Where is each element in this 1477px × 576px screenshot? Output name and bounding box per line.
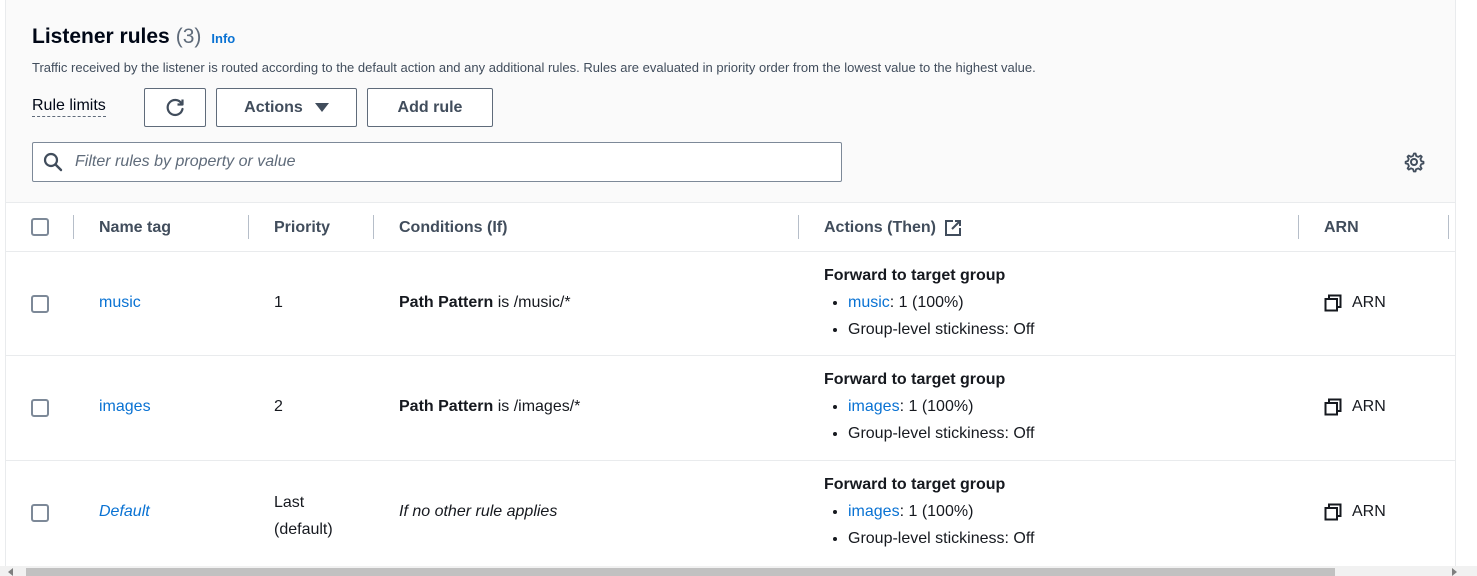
column-header-actions-label: Actions (Then): [824, 218, 936, 236]
rule-name-link[interactable]: music: [99, 294, 141, 312]
table-row: images 2 Path Pattern is /images/* Forwa…: [6, 356, 1455, 461]
column-divider[interactable]: [1298, 215, 1299, 239]
column-header-arn[interactable]: ARN: [1324, 203, 1359, 252]
column-header-actions[interactable]: Actions (Then): [824, 203, 962, 252]
row-checkbox[interactable]: [31, 504, 49, 522]
rule-limits-link[interactable]: Rule limits: [32, 96, 106, 117]
filter-input[interactable]: [73, 144, 841, 180]
description: Traffic received by the listener is rout…: [32, 60, 1036, 75]
select-all-checkbox[interactable]: [31, 218, 49, 236]
horizontal-scrollbar[interactable]: [0, 566, 1477, 576]
action-title: Forward to target group: [824, 371, 1006, 388]
copy-icon: [1324, 503, 1342, 521]
stickiness-item: Group-level stickiness: Off: [848, 525, 1034, 552]
rule-action: Forward to target group images: 1 (100%)…: [824, 371, 1034, 447]
rule-name-link[interactable]: images: [99, 398, 151, 416]
column-divider[interactable]: [248, 215, 249, 239]
copy-icon: [1324, 294, 1342, 312]
action-details: music: 1 (100%) Group-level stickiness: …: [824, 289, 1034, 343]
scrollbar-thumb[interactable]: [26, 568, 1335, 576]
rule-action: Forward to target group music: 1 (100%) …: [824, 267, 1034, 343]
target-group-item: images: 1 (100%): [848, 393, 1034, 420]
action-title: Forward to target group: [824, 476, 1006, 493]
copy-icon: [1324, 398, 1342, 416]
actions-dropdown-button[interactable]: Actions: [216, 88, 357, 127]
add-rule-label: Add rule: [397, 98, 463, 116]
column-divider: [73, 215, 74, 239]
actions-label: Actions: [244, 98, 303, 116]
add-rule-button[interactable]: Add rule: [367, 88, 493, 127]
page-title: Listener rules: [32, 25, 170, 48]
listener-rules-panel: Listener rules (3) Info Traffic received…: [5, 0, 1456, 576]
scroll-right-arrow-icon[interactable]: [1452, 568, 1457, 576]
target-group-link[interactable]: images: [848, 398, 900, 415]
condition-key: Path Pattern: [399, 294, 494, 311]
action-title: Forward to target group: [824, 267, 1006, 284]
target-weight: : 1 (100%): [889, 294, 964, 311]
rule-condition: Path Pattern is /music/*: [399, 294, 571, 312]
action-details: images: 1 (100%) Group-level stickiness:…: [824, 498, 1034, 552]
target-group-link[interactable]: images: [848, 503, 900, 520]
panel-header: Listener rules (3) Info Traffic received…: [6, 0, 1455, 203]
table-row: Default Last (default) If no other rule …: [6, 461, 1455, 566]
rule-action: Forward to target group images: 1 (100%)…: [824, 476, 1034, 552]
arn-label: ARN: [1352, 398, 1386, 415]
stickiness-item: Group-level stickiness: Off: [848, 316, 1034, 343]
refresh-icon: [166, 98, 184, 116]
rule-priority: 2: [274, 398, 283, 415]
arn-copy-button[interactable]: ARN: [1324, 398, 1386, 416]
search-icon: [43, 152, 63, 172]
rule-condition: If no other rule applies: [399, 503, 558, 520]
refresh-button[interactable]: [144, 88, 206, 127]
column-divider[interactable]: [1448, 215, 1449, 239]
condition-value: is /images/*: [493, 398, 581, 415]
rule-count: (3): [175, 25, 202, 48]
row-checkbox[interactable]: [31, 399, 49, 417]
column-divider[interactable]: [373, 215, 374, 239]
column-header-name-tag[interactable]: Name tag: [99, 203, 171, 252]
rule-priority: Last (default): [274, 489, 333, 543]
column-header-priority[interactable]: Priority: [274, 203, 330, 252]
arn-copy-button[interactable]: ARN: [1324, 294, 1386, 312]
caret-down-icon: [314, 103, 329, 112]
column-header-conditions[interactable]: Conditions (If): [399, 203, 507, 252]
external-link-icon[interactable]: [944, 219, 962, 237]
target-weight: : 1 (100%): [899, 398, 974, 415]
arn-copy-button[interactable]: ARN: [1324, 503, 1386, 521]
rule-name-link[interactable]: Default: [99, 503, 150, 521]
rule-priority: 1: [274, 294, 283, 311]
filter-search-box[interactable]: [32, 142, 842, 182]
column-divider[interactable]: [798, 215, 799, 239]
target-group-item: music: 1 (100%): [848, 289, 1034, 316]
arn-label: ARN: [1352, 503, 1386, 520]
priority-line-1: Last: [274, 494, 305, 511]
stickiness-item: Group-level stickiness: Off: [848, 420, 1034, 447]
info-link[interactable]: Info: [211, 31, 235, 46]
priority-line-2: (default): [274, 521, 333, 538]
arn-label: ARN: [1352, 294, 1386, 311]
condition-key: Path Pattern: [399, 398, 494, 415]
target-weight: : 1 (100%): [899, 503, 974, 520]
title-row: Listener rules (3) Info: [32, 25, 235, 49]
settings-gear-icon[interactable]: [1403, 151, 1425, 173]
rule-condition: Path Pattern is /images/*: [399, 398, 580, 416]
table-row: music 1 Path Pattern is /music/* Forward…: [6, 252, 1455, 356]
condition-value: is /music/*: [493, 294, 571, 311]
scroll-left-arrow-icon[interactable]: [8, 568, 13, 576]
target-group-link[interactable]: music: [848, 294, 890, 311]
action-details: images: 1 (100%) Group-level stickiness:…: [824, 393, 1034, 447]
target-group-item: images: 1 (100%): [848, 498, 1034, 525]
table-header: Name tag Priority Conditions (If) Action…: [6, 203, 1455, 252]
row-checkbox[interactable]: [31, 295, 49, 313]
